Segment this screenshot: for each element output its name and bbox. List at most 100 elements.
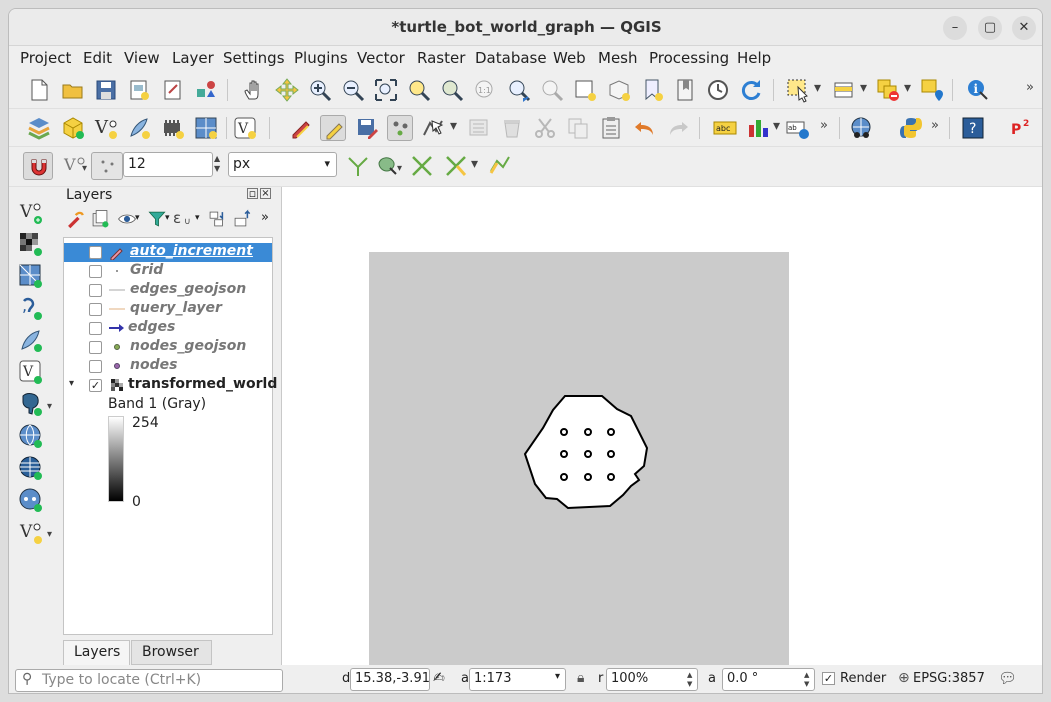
minimize-button[interactable]: – bbox=[943, 16, 967, 40]
crs-label[interactable]: EPSG:3857 bbox=[913, 671, 985, 686]
zoom-last-icon[interactable] bbox=[506, 77, 532, 103]
paste-features-icon[interactable] bbox=[598, 115, 624, 141]
tolerance-spin-arrows-icon[interactable]: ▲ ▼ bbox=[214, 154, 220, 174]
layer-visibility-checkbox[interactable] bbox=[89, 360, 102, 373]
save-project-icon[interactable] bbox=[93, 77, 119, 103]
new-print-layout-icon[interactable] bbox=[126, 77, 152, 103]
open-project-icon[interactable] bbox=[60, 77, 86, 103]
map-canvas[interactable] bbox=[281, 187, 1042, 665]
crs-globe-icon[interactable]: ⊕ bbox=[898, 670, 910, 686]
expression-chevron-icon[interactable]: ▾ bbox=[195, 213, 200, 223]
layer-diagram-options-icon[interactable] bbox=[745, 115, 771, 141]
deselect-chevron-icon[interactable]: ▾ bbox=[904, 80, 911, 96]
locator-search-input[interactable]: ⚲ Type to locate (Ctrl+K) bbox=[15, 669, 283, 692]
select-dropdown-chevron-icon[interactable]: ▾ bbox=[814, 80, 821, 96]
self-snapping-icon[interactable] bbox=[443, 153, 469, 179]
maximize-button[interactable]: ▢ bbox=[978, 16, 1002, 40]
expand-chevron-icon[interactable]: ▾ bbox=[69, 378, 74, 389]
plugins-toolbar-overflow-icon[interactable]: » bbox=[931, 118, 939, 133]
menu-help[interactable]: Help bbox=[737, 49, 771, 67]
new-shapefile-icon[interactable]: V bbox=[18, 519, 44, 545]
float-panel-icon[interactable]: ▫ bbox=[247, 188, 258, 199]
new-map-view-icon[interactable] bbox=[572, 77, 598, 103]
attribute-select-chevron-icon[interactable]: ▾ bbox=[860, 80, 867, 96]
add-vector-tile-layer-icon[interactable] bbox=[18, 487, 44, 513]
add-mesh-layer-icon[interactable] bbox=[18, 263, 44, 289]
new-shapefile-layer-icon[interactable]: V bbox=[93, 115, 119, 141]
menu-processing[interactable]: Processing bbox=[649, 49, 729, 67]
layout-manager-icon[interactable] bbox=[160, 77, 186, 103]
deselect-all-icon[interactable] bbox=[875, 77, 901, 103]
refresh-icon[interactable] bbox=[738, 77, 764, 103]
layer-visibility-checkbox[interactable] bbox=[89, 284, 102, 297]
menu-view[interactable]: View bbox=[124, 49, 160, 67]
add-vector-layer-icon[interactable]: V bbox=[18, 199, 44, 225]
intersection-chevron-icon[interactable]: ▾ bbox=[397, 163, 402, 174]
filter-by-expression-icon[interactable]: ε bbox=[173, 209, 181, 227]
mouse-coordinate-toggle-icon[interactable]: ✍ bbox=[433, 670, 445, 686]
filter-chevron-icon[interactable]: ▾ bbox=[165, 213, 170, 223]
new-mesh-layer-icon[interactable]: V bbox=[232, 115, 258, 141]
p2-plugin-icon[interactable]: P2 bbox=[1008, 115, 1034, 141]
zoom-to-layer-icon[interactable] bbox=[439, 77, 465, 103]
snap-to-vertex-icon[interactable] bbox=[91, 152, 123, 180]
tab-browser[interactable]: Browser bbox=[131, 640, 212, 665]
add-virtual-layer-icon[interactable]: V bbox=[18, 359, 44, 385]
menu-layer[interactable]: Layer bbox=[172, 49, 214, 67]
attribute-table-select-icon[interactable] bbox=[831, 77, 857, 103]
topological-editing-icon[interactable] bbox=[345, 153, 371, 179]
layer-row-nodes-geojson[interactable]: nodes_geojson bbox=[64, 338, 272, 357]
layer-visibility-checkbox[interactable] bbox=[89, 341, 102, 354]
layer-row-query-layer[interactable]: query_layer bbox=[64, 300, 272, 319]
toggle-editing-icon[interactable] bbox=[320, 115, 346, 141]
magnifier-input[interactable]: 100% bbox=[606, 668, 698, 691]
open-layer-styling-icon[interactable] bbox=[65, 209, 85, 229]
menu-raster[interactable]: Raster bbox=[417, 49, 465, 67]
vertex-tool-icon[interactable] bbox=[420, 115, 446, 141]
menu-web[interactable]: Web bbox=[553, 49, 586, 67]
toolbar1-overflow-icon[interactable]: » bbox=[1026, 80, 1034, 95]
add-wms-layer-icon[interactable] bbox=[18, 423, 44, 449]
filter-legend-icon[interactable] bbox=[147, 209, 167, 229]
pan-to-selection-icon[interactable] bbox=[274, 77, 300, 103]
data-source-manager-icon[interactable] bbox=[26, 115, 52, 141]
zoom-out-icon[interactable] bbox=[340, 77, 366, 103]
menu-settings[interactable]: Settings bbox=[223, 49, 285, 67]
new-layer-chevron-icon[interactable]: ▾ bbox=[47, 529, 52, 540]
label-toolbar-overflow-icon[interactable]: » bbox=[820, 118, 828, 133]
layer-labeling-options-icon[interactable]: abc bbox=[712, 115, 738, 141]
layer-visibility-checkbox[interactable] bbox=[89, 303, 102, 316]
avoid-overlap-icon[interactable] bbox=[409, 153, 435, 179]
layer-row-grid[interactable]: Grid bbox=[64, 262, 272, 281]
current-edits-icon[interactable] bbox=[288, 115, 314, 141]
undo-icon[interactable] bbox=[632, 115, 658, 141]
add-raster-layer-icon[interactable] bbox=[18, 231, 44, 257]
new-spatialite-layer-icon[interactable] bbox=[126, 115, 152, 141]
layer-visibility-checkbox[interactable] bbox=[89, 246, 102, 259]
new-temporary-scratch-layer-icon[interactable] bbox=[160, 115, 186, 141]
zoom-native-resolution-icon[interactable]: 1:1 bbox=[472, 77, 498, 103]
close-panel-icon[interactable]: × bbox=[260, 188, 271, 199]
snapping-tolerance-input[interactable]: 12 bbox=[123, 152, 213, 177]
collapse-all-icon[interactable] bbox=[232, 209, 252, 229]
zoom-in-icon[interactable] bbox=[307, 77, 333, 103]
tracing-icon[interactable] bbox=[487, 153, 513, 179]
add-delimited-text-layer-icon[interactable]: , bbox=[18, 295, 44, 321]
new-geopackage-layer-icon[interactable] bbox=[60, 115, 86, 141]
menu-project[interactable]: Project bbox=[20, 49, 71, 67]
layer-row-edges[interactable]: edges bbox=[64, 319, 272, 338]
render-checkbox[interactable]: ✓ bbox=[822, 672, 835, 685]
manage-map-themes-icon[interactable] bbox=[117, 209, 137, 229]
zoom-to-selection-icon[interactable] bbox=[406, 77, 432, 103]
add-wfs-layer-icon[interactable] bbox=[18, 455, 44, 481]
add-spatialite-layer-icon[interactable] bbox=[18, 327, 44, 353]
rotation-spin-arrows-icon[interactable]: ▲ ▼ bbox=[804, 671, 809, 689]
magnet-snapping-icon[interactable] bbox=[23, 152, 53, 180]
menu-vector[interactable]: Vector bbox=[357, 49, 405, 67]
tab-layers[interactable]: Layers bbox=[63, 640, 130, 665]
highlight-pinned-labels-icon[interactable]: ab bbox=[785, 115, 811, 141]
new-project-icon[interactable] bbox=[26, 77, 52, 103]
temporal-controller-icon[interactable] bbox=[705, 77, 731, 103]
snapping-layers-chevron-icon[interactable]: ▾ bbox=[82, 163, 87, 174]
map-themes-chevron-icon[interactable]: ▾ bbox=[135, 213, 140, 223]
